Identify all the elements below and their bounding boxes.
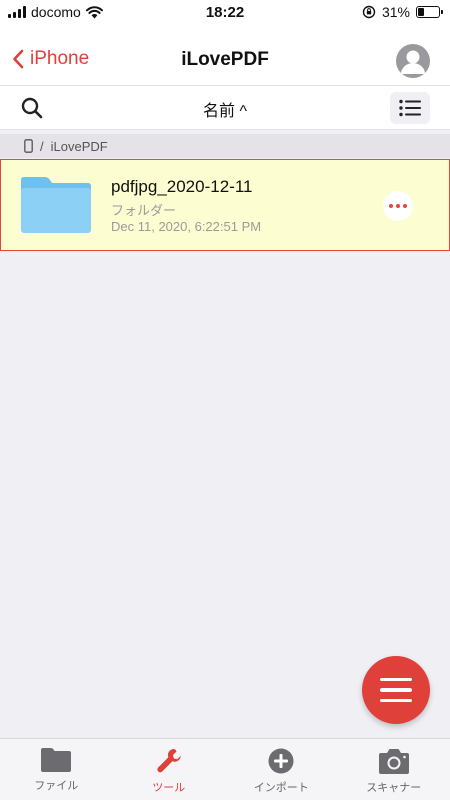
tab-label: ツール [152,782,186,794]
search-button[interactable] [20,96,44,120]
menu-line [380,677,412,682]
search-icon [21,97,43,119]
menu-line [380,698,412,703]
orientation-lock-icon [362,5,376,19]
tab-files[interactable]: ファイル [0,739,113,800]
tab-import[interactable]: インポート [225,739,338,800]
tab-label: ファイル [34,780,79,792]
menu-line [380,688,412,692]
tab-label: インポート [253,782,309,794]
file-row[interactable]: pdfjpg_2020-12-11 フォルダー Dec 11, 2020, 6:… [0,159,450,251]
avatar[interactable] [396,44,430,78]
more-dot [396,204,400,208]
plus-circle-icon [268,748,294,774]
folder-icon [41,748,72,772]
battery-icon [416,6,443,18]
phone-icon[interactable] [24,139,33,153]
back-label: iPhone [30,48,90,69]
battery-level [418,8,425,16]
status-bar: docomo 18:22 31% [0,0,450,24]
folder-icon [21,177,91,233]
wrench-icon [157,748,181,773]
sort-control: 名前 ^ [0,97,450,121]
tab-bar: ファイル ツール インポート スキャナー [0,738,450,800]
sort-button[interactable]: 名前 ^ [203,103,247,120]
tab-tools[interactable]: ツール [113,739,226,800]
breadcrumb-folder[interactable]: iLovePDF [51,139,108,154]
breadcrumb: / iLovePDF [0,134,450,158]
battery-percent: 31% [381,4,410,20]
camera-icon [378,749,409,774]
breadcrumb-separator: / [40,138,44,154]
more-dot [403,204,407,208]
file-name: pdfjpg_2020-12-11 [111,177,253,196]
list-icon [399,99,421,117]
file-date: Dec 11, 2020, 6:22:51 PM [111,219,262,234]
status-right: 31% [362,4,443,20]
navigation-bar: iPhone iLovePDF [0,24,450,86]
back-button[interactable]: iPhone [12,48,89,70]
list-view-button[interactable] [390,92,430,124]
menu-fab-button[interactable] [362,656,430,724]
tab-scanner[interactable]: スキャナー [338,739,450,800]
chevron-left-icon [13,49,24,69]
tab-label: スキャナー [366,782,422,794]
user-icon [401,50,425,74]
more-dot [389,204,393,208]
more-options-button[interactable] [383,191,413,221]
toolbar: 名前 ^ [0,86,450,130]
file-type: フォルダー [111,203,177,218]
